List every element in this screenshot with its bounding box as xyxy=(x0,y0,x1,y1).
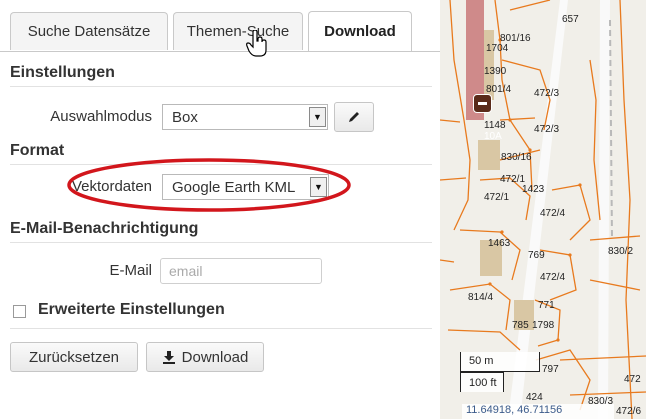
reset-button-label: Zurücksetzen xyxy=(28,348,120,366)
tab-label: Download xyxy=(324,23,396,40)
parcel-label: 472/3 xyxy=(534,124,560,135)
divider xyxy=(10,86,432,87)
scale-metric: 50 m xyxy=(460,352,540,372)
pencil-icon xyxy=(349,112,359,122)
tab-download[interactable]: Download xyxy=(308,11,412,51)
email-heading: E-Mail-Benachrichtigung xyxy=(10,220,199,237)
parcel-label: 472/1 xyxy=(484,192,510,203)
email-input[interactable] xyxy=(160,258,322,284)
parcel-label: 472/4 xyxy=(540,272,566,283)
divider xyxy=(10,328,432,329)
advanced-settings-label[interactable]: Erweiterte Einstellungen xyxy=(38,301,225,319)
parcel-label: 1704 xyxy=(486,43,509,54)
selection-mode-value: Box xyxy=(172,108,198,126)
parcel-label: 472/3 xyxy=(534,88,560,99)
parcel-label: 814/4 xyxy=(468,292,494,303)
email-label: E-Mail xyxy=(109,262,152,279)
parcel-label: 472 xyxy=(624,374,641,385)
parcel-label: 769 xyxy=(528,250,545,261)
tab-label: Themen-Suche xyxy=(186,23,290,40)
highlight-ellipse xyxy=(67,158,351,212)
download-button[interactable]: Download xyxy=(146,342,264,372)
scale-bar: 50 m 100 ft xyxy=(460,352,540,394)
tab-bar: Suche Datensätze Themen-Suche Download xyxy=(0,0,440,52)
parcel-label: 1798 xyxy=(532,320,555,331)
parcel-label: 771 xyxy=(538,300,555,311)
divider xyxy=(10,242,432,243)
tab-suche-datensaetze[interactable]: Suche Datensätze xyxy=(10,12,168,50)
parcel-label: 1390 xyxy=(484,66,507,77)
parcel-label: 830/2 xyxy=(608,246,634,257)
download-button-label: Download xyxy=(181,348,249,366)
parcel-label: 1423 xyxy=(522,184,545,195)
tab-divider xyxy=(0,51,440,52)
format-heading: Format xyxy=(10,142,65,159)
chevron-down-icon[interactable]: ▼ xyxy=(309,107,326,127)
parcel-label: 10A xyxy=(484,131,502,142)
parcel-label: 1148 xyxy=(484,120,506,131)
parcel-label: 472/4 xyxy=(540,208,566,219)
draw-box-button[interactable] xyxy=(334,102,374,132)
mouse-coordinates: 11.64918, 46.71156 xyxy=(462,404,614,419)
parcel-label: 785 xyxy=(512,320,529,331)
cadastral-map[interactable]: 657 801/16 1704 1390 801/4 472/3 1148 47… xyxy=(440,0,646,419)
selection-mode-label: Auswahlmodus xyxy=(50,108,152,125)
parcel-label: 801/4 xyxy=(486,84,512,95)
advanced-settings-checkbox[interactable] xyxy=(13,305,26,318)
zoom-minus-icon[interactable] xyxy=(473,94,492,113)
scale-imperial: 100 ft xyxy=(460,372,504,392)
download-icon xyxy=(162,351,175,364)
tab-themen-suche[interactable]: Themen-Suche xyxy=(173,12,303,50)
reset-button[interactable]: Zurücksetzen xyxy=(10,342,138,372)
download-panel: Suche Datensätze Themen-Suche Download E… xyxy=(0,0,440,419)
settings-heading: Einstellungen xyxy=(10,64,115,81)
hand-cursor-icon xyxy=(246,30,267,57)
parcel-label: 830/16 xyxy=(501,152,532,163)
selection-mode-select[interactable]: Box ▼ xyxy=(162,104,328,130)
parcel-label: 472/6 xyxy=(616,406,642,417)
tab-label: Suche Datensätze xyxy=(27,23,151,40)
parcel-label: 657 xyxy=(562,14,579,25)
parcel-label: 1463 xyxy=(488,238,511,249)
parcel-label: 797 xyxy=(542,364,559,375)
